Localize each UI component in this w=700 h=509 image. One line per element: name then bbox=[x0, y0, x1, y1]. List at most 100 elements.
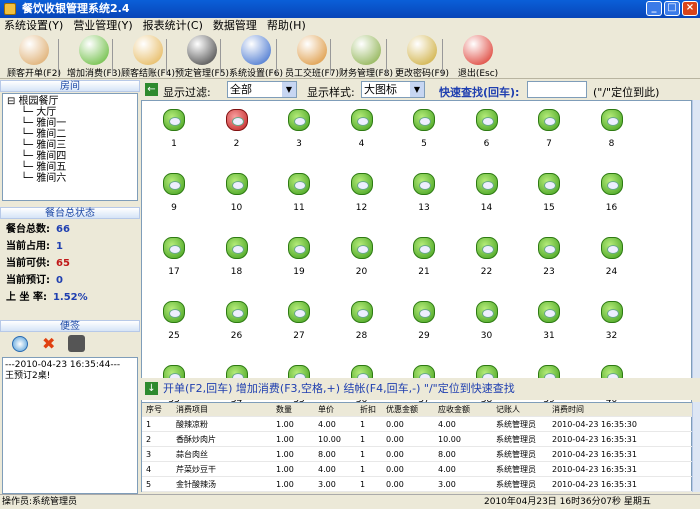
column-header[interactable]: 优惠金额 bbox=[386, 403, 418, 417]
menu-item[interactable]: 营业管理(Y) bbox=[73, 18, 132, 33]
search-input[interactable] bbox=[527, 81, 587, 98]
dining-table[interactable]: 8 bbox=[592, 109, 632, 149]
table-number: 16 bbox=[605, 203, 618, 213]
add-consumption-icon bbox=[79, 35, 109, 65]
toolbar-button[interactable]: 财务管理(F8) bbox=[336, 35, 396, 79]
dining-table[interactable]: 1 bbox=[154, 109, 194, 149]
column-header[interactable]: 折扣 bbox=[360, 403, 376, 417]
room-tree[interactable]: ⊟ 根园餐厅 └─ 大厅 └─ 雅间一 └─ 雅间二 └─ 雅间三 └─ 雅间四 └─ 雅间… bbox=[2, 93, 138, 201]
dining-table[interactable]: 19 bbox=[279, 237, 319, 277]
table-cell: 4.00 bbox=[438, 420, 456, 429]
table-icon bbox=[538, 237, 560, 259]
dining-table[interactable]: 5 bbox=[404, 109, 444, 149]
table-row[interactable]: 1 酸辣凉粉 1.00 4.00 1 0.00 4.00 系统管理员 2010-04-23 16… bbox=[142, 418, 692, 432]
menu-item[interactable]: 报表统计(C) bbox=[143, 18, 203, 33]
table-row[interactable]: 2 香酥炒肉片 1.00 10.00 1 0.00 10.00 系统管理员 2010-04-23… bbox=[142, 433, 692, 447]
toolbar-button[interactable]: 退出(Esc) bbox=[448, 35, 508, 79]
dining-table[interactable]: 16 bbox=[592, 173, 632, 213]
dining-table[interactable]: 24 bbox=[592, 237, 632, 277]
dining-table[interactable]: 14 bbox=[467, 173, 507, 213]
dining-table[interactable]: 26 bbox=[217, 301, 257, 341]
table-icon bbox=[288, 301, 310, 323]
memo-add-icon[interactable] bbox=[12, 336, 28, 352]
dining-table[interactable]: 21 bbox=[404, 237, 444, 277]
tree-node[interactable]: └─ 雅间五 bbox=[7, 162, 133, 173]
table-icon bbox=[413, 109, 435, 131]
tree-node[interactable]: ⊟ 根园餐厅 bbox=[7, 96, 133, 107]
memo-text[interactable]: ---2010-04-23 16:35:44--- 王预订2桌! bbox=[2, 357, 138, 494]
toolbar-label: 顾客结账(F4) bbox=[121, 69, 175, 79]
table-row[interactable]: 5 金针酸辣汤 1.00 3.00 1 0.00 3.00 系统管理员 2010-04-23 1… bbox=[142, 478, 692, 492]
table-icon bbox=[600, 109, 623, 131]
table-number: 31 bbox=[543, 331, 555, 341]
app-icon bbox=[4, 3, 16, 15]
dining-table[interactable]: 27 bbox=[279, 301, 319, 341]
menu-item[interactable]: 帮助(H) bbox=[267, 18, 306, 33]
table-cell: 0.00 bbox=[386, 465, 404, 474]
dining-table[interactable]: 12 bbox=[342, 173, 382, 213]
window-title: 餐饮收银管理系统2.4 bbox=[22, 2, 130, 15]
dining-table[interactable]: 11 bbox=[279, 173, 319, 213]
toolbar-button[interactable]: 更改密码(F9) bbox=[392, 35, 452, 79]
grid-scrollbar[interactable] bbox=[692, 100, 700, 378]
menu-item[interactable]: 系统设置(Y) bbox=[4, 18, 63, 33]
minimize-button[interactable]: _ bbox=[646, 1, 662, 16]
table-cell: 4.00 bbox=[438, 465, 456, 474]
maximize-button[interactable]: □ bbox=[664, 1, 680, 16]
column-header[interactable]: 应收金额 bbox=[438, 403, 470, 417]
tree-node[interactable]: └─ 雅间四 bbox=[7, 151, 133, 162]
dining-table[interactable]: 29 bbox=[404, 301, 444, 341]
dining-table[interactable]: 28 bbox=[342, 301, 382, 341]
dining-table[interactable]: 18 bbox=[217, 237, 257, 277]
column-header[interactable]: 数量 bbox=[276, 403, 292, 417]
dining-table[interactable]: 4 bbox=[342, 109, 382, 149]
column-header[interactable]: 单价 bbox=[318, 403, 334, 417]
toolbar-button[interactable]: 预定管理(F5) bbox=[172, 35, 232, 79]
table-cell: 系统管理员 bbox=[496, 420, 536, 429]
back-arrow-icon[interactable]: ← bbox=[145, 83, 158, 96]
tree-node[interactable]: └─ 雅间六 bbox=[7, 173, 133, 184]
dining-table[interactable]: 32 bbox=[592, 301, 632, 341]
column-header[interactable]: 记账人 bbox=[496, 403, 520, 417]
dining-table[interactable]: 30 bbox=[467, 301, 507, 341]
dining-table[interactable]: 7 bbox=[529, 109, 569, 149]
memo-grid-icon[interactable] bbox=[68, 335, 85, 352]
menu-item[interactable]: 数据管理 bbox=[213, 18, 257, 33]
dining-table[interactable]: 13 bbox=[404, 173, 444, 213]
dining-table[interactable]: 20 bbox=[342, 237, 382, 277]
tree-node[interactable]: └─ 雅间三 bbox=[7, 140, 133, 151]
order-scrollbar[interactable] bbox=[692, 402, 700, 492]
dining-table[interactable]: 25 bbox=[154, 301, 194, 341]
column-header[interactable]: 消费项目 bbox=[176, 403, 208, 417]
toolbar-label: 顾客开单(F2) bbox=[7, 69, 61, 79]
dining-table[interactable]: 9 bbox=[154, 173, 194, 213]
dining-table[interactable]: 2 bbox=[217, 109, 257, 149]
close-button[interactable]: × bbox=[682, 1, 698, 16]
column-header[interactable]: 序号 bbox=[146, 403, 162, 417]
toolbar-button[interactable]: 顾客结账(F4) bbox=[118, 35, 178, 79]
customer-order-icon bbox=[19, 35, 49, 65]
tree-node[interactable]: └─ 大厅 bbox=[7, 107, 133, 118]
toolbar-button[interactable]: 系统设置(F6) bbox=[226, 35, 286, 79]
memo-delete-icon[interactable]: ✖ bbox=[42, 334, 55, 353]
style-select[interactable]: 大图标 ▼ bbox=[361, 81, 425, 98]
toolbar-button[interactable]: 增加消费(F3) bbox=[64, 35, 124, 79]
filter-select[interactable]: 全部 ▼ bbox=[227, 81, 297, 98]
table-row[interactable]: 3 蒜台肉丝 1.00 8.00 1 0.00 8.00 系统管理员 2010-04-23 16… bbox=[142, 448, 692, 462]
table-cell: 4 bbox=[146, 465, 152, 474]
dining-table[interactable]: 6 bbox=[467, 109, 507, 149]
dining-table[interactable]: 17 bbox=[154, 237, 194, 277]
dining-table[interactable]: 23 bbox=[529, 237, 569, 277]
tree-node[interactable]: └─ 雅间一 bbox=[7, 118, 133, 129]
dining-table[interactable]: 15 bbox=[529, 173, 569, 213]
table-row[interactable]: 4 芹菜炒豆干 1.00 4.00 1 0.00 4.00 系统管理员 2010-04-23 1… bbox=[142, 463, 692, 477]
column-header[interactable]: 消费时间 bbox=[552, 403, 584, 417]
dining-table[interactable]: 22 bbox=[467, 237, 507, 277]
toolbar-button[interactable]: 顾客开单(F2) bbox=[4, 35, 64, 79]
toolbar-label: 增加消费(F3) bbox=[67, 69, 121, 79]
dining-table[interactable]: 31 bbox=[529, 301, 569, 341]
tree-node[interactable]: └─ 雅间二 bbox=[7, 129, 133, 140]
dining-table[interactable]: 10 bbox=[217, 173, 257, 213]
dining-table[interactable]: 3 bbox=[279, 109, 319, 149]
toolbar-button[interactable]: 员工交班(F7) bbox=[282, 35, 342, 79]
